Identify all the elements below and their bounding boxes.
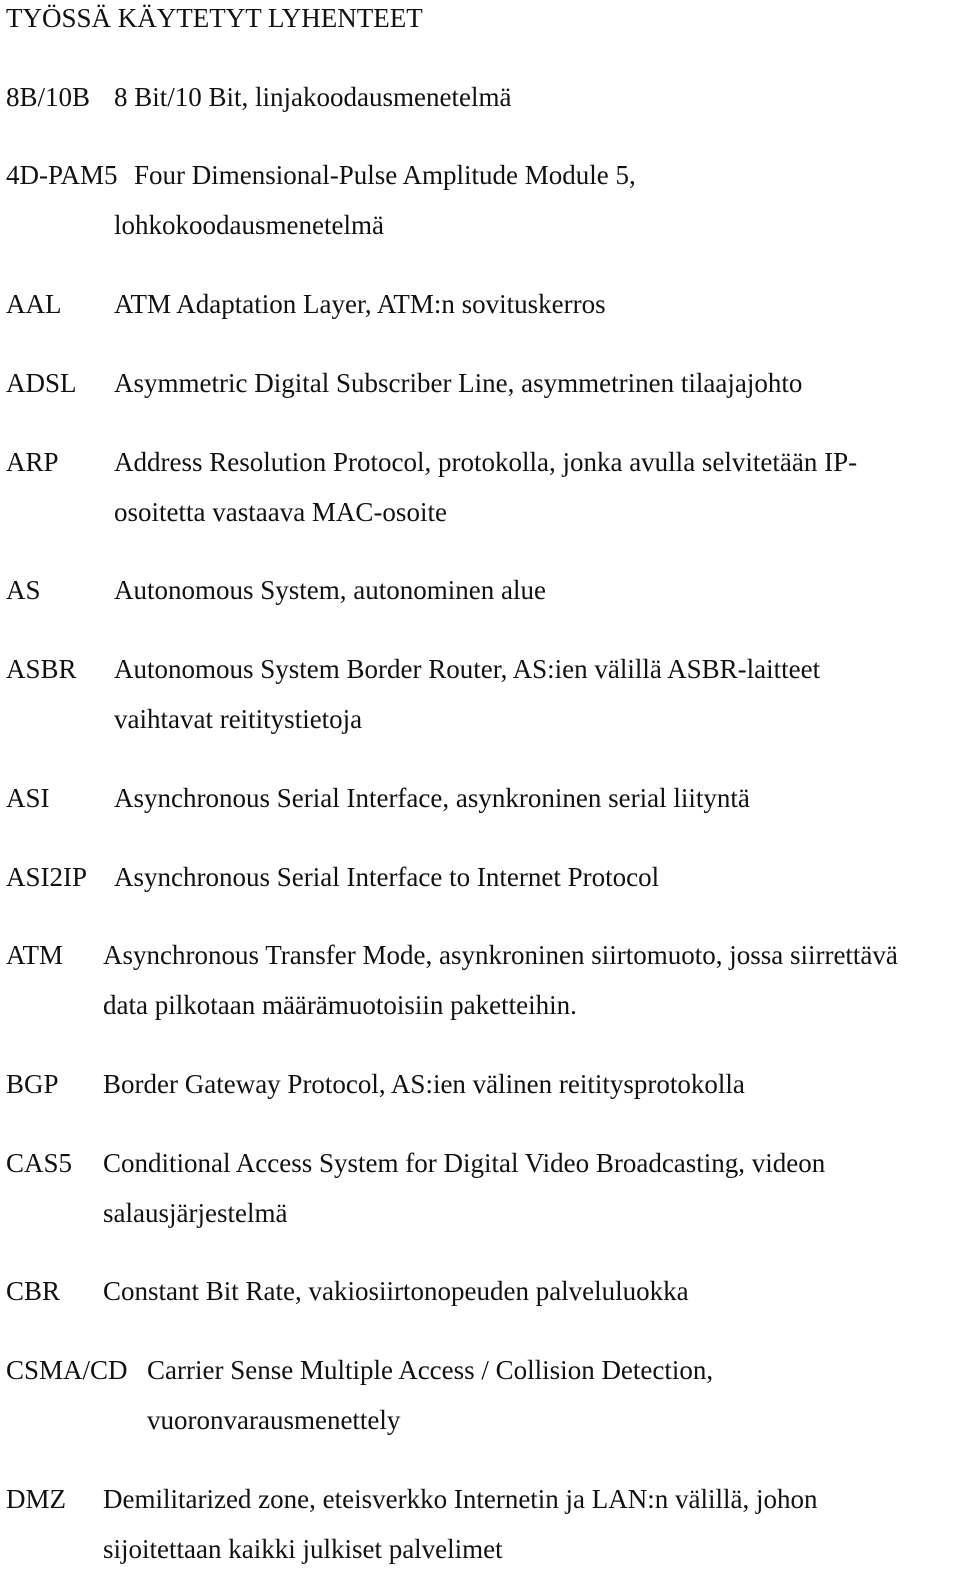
- abbreviation: CBR: [6, 1276, 61, 1306]
- definition: Autonomous System, autonominen alue: [114, 575, 546, 605]
- abbreviation: ADSL: [6, 368, 77, 398]
- abbreviation: DMZ: [6, 1484, 66, 1514]
- definition-continuation: lohkokoodausmenetelmä: [114, 210, 384, 240]
- definition: Conditional Access System for Digital Vi…: [103, 1148, 826, 1178]
- definition-continuation: sijoitettaan kaikki julkiset palvelimet: [103, 1534, 503, 1564]
- definition-continuation: osoitetta vastaava MAC-osoite: [114, 497, 447, 527]
- definition: Four Dimensional-Pulse Amplitude Module …: [134, 160, 636, 190]
- abbreviation: ASI2IP: [6, 862, 88, 892]
- definition-continuation: salausjärjestelmä: [103, 1198, 288, 1228]
- definition: Carrier Sense Multiple Access / Collisio…: [147, 1355, 714, 1385]
- definition: Constant Bit Rate, vakiosiirtonopeuden p…: [103, 1276, 689, 1306]
- abbreviation: ASBR: [6, 654, 77, 684]
- page-title: TYÖSSÄ KÄYTETYT LYHENTEET: [6, 3, 423, 33]
- abbreviation: BGP: [6, 1069, 59, 1099]
- definition: Border Gateway Protocol, AS:ien välinen …: [103, 1069, 745, 1099]
- definition-continuation: vaihtavat reititystietoja: [114, 704, 363, 734]
- definition: 8 Bit/10 Bit, linjakoodausmenetelmä: [114, 82, 512, 112]
- definition: Asynchronous Serial Interface, asynkroni…: [114, 783, 750, 813]
- definition-continuation: vuoronvarausmenettely: [147, 1405, 401, 1435]
- abbreviation: AAL: [6, 289, 62, 319]
- definition: Address Resolution Protocol, protokolla,…: [114, 447, 858, 477]
- definition: ATM Adaptation Layer, ATM:n sovituskerro…: [114, 289, 606, 319]
- abbreviation: ATM: [6, 940, 64, 970]
- definition: Autonomous System Border Router, AS:ien …: [114, 654, 821, 684]
- definition: Asynchronous Transfer Mode, asynkroninen…: [103, 940, 898, 970]
- definition-continuation: data pilkotaan määrämuotoisiin paketteih…: [103, 990, 577, 1020]
- abbreviation: AS: [6, 575, 41, 605]
- abbreviation: ASI: [6, 783, 50, 813]
- abbreviation: 4D-PAM5: [6, 160, 118, 190]
- abbreviation: CSMA/CD: [6, 1355, 128, 1385]
- definition: Asynchronous Serial Interface to Interne…: [114, 862, 660, 892]
- abbreviation: ARP: [6, 447, 59, 477]
- definition: Demilitarized zone, eteisverkko Internet…: [103, 1484, 818, 1514]
- abbreviation: 8B/10B: [6, 82, 91, 112]
- definition: Asymmetric Digital Subscriber Line, asym…: [114, 368, 803, 398]
- abbreviation: CAS5: [6, 1148, 73, 1178]
